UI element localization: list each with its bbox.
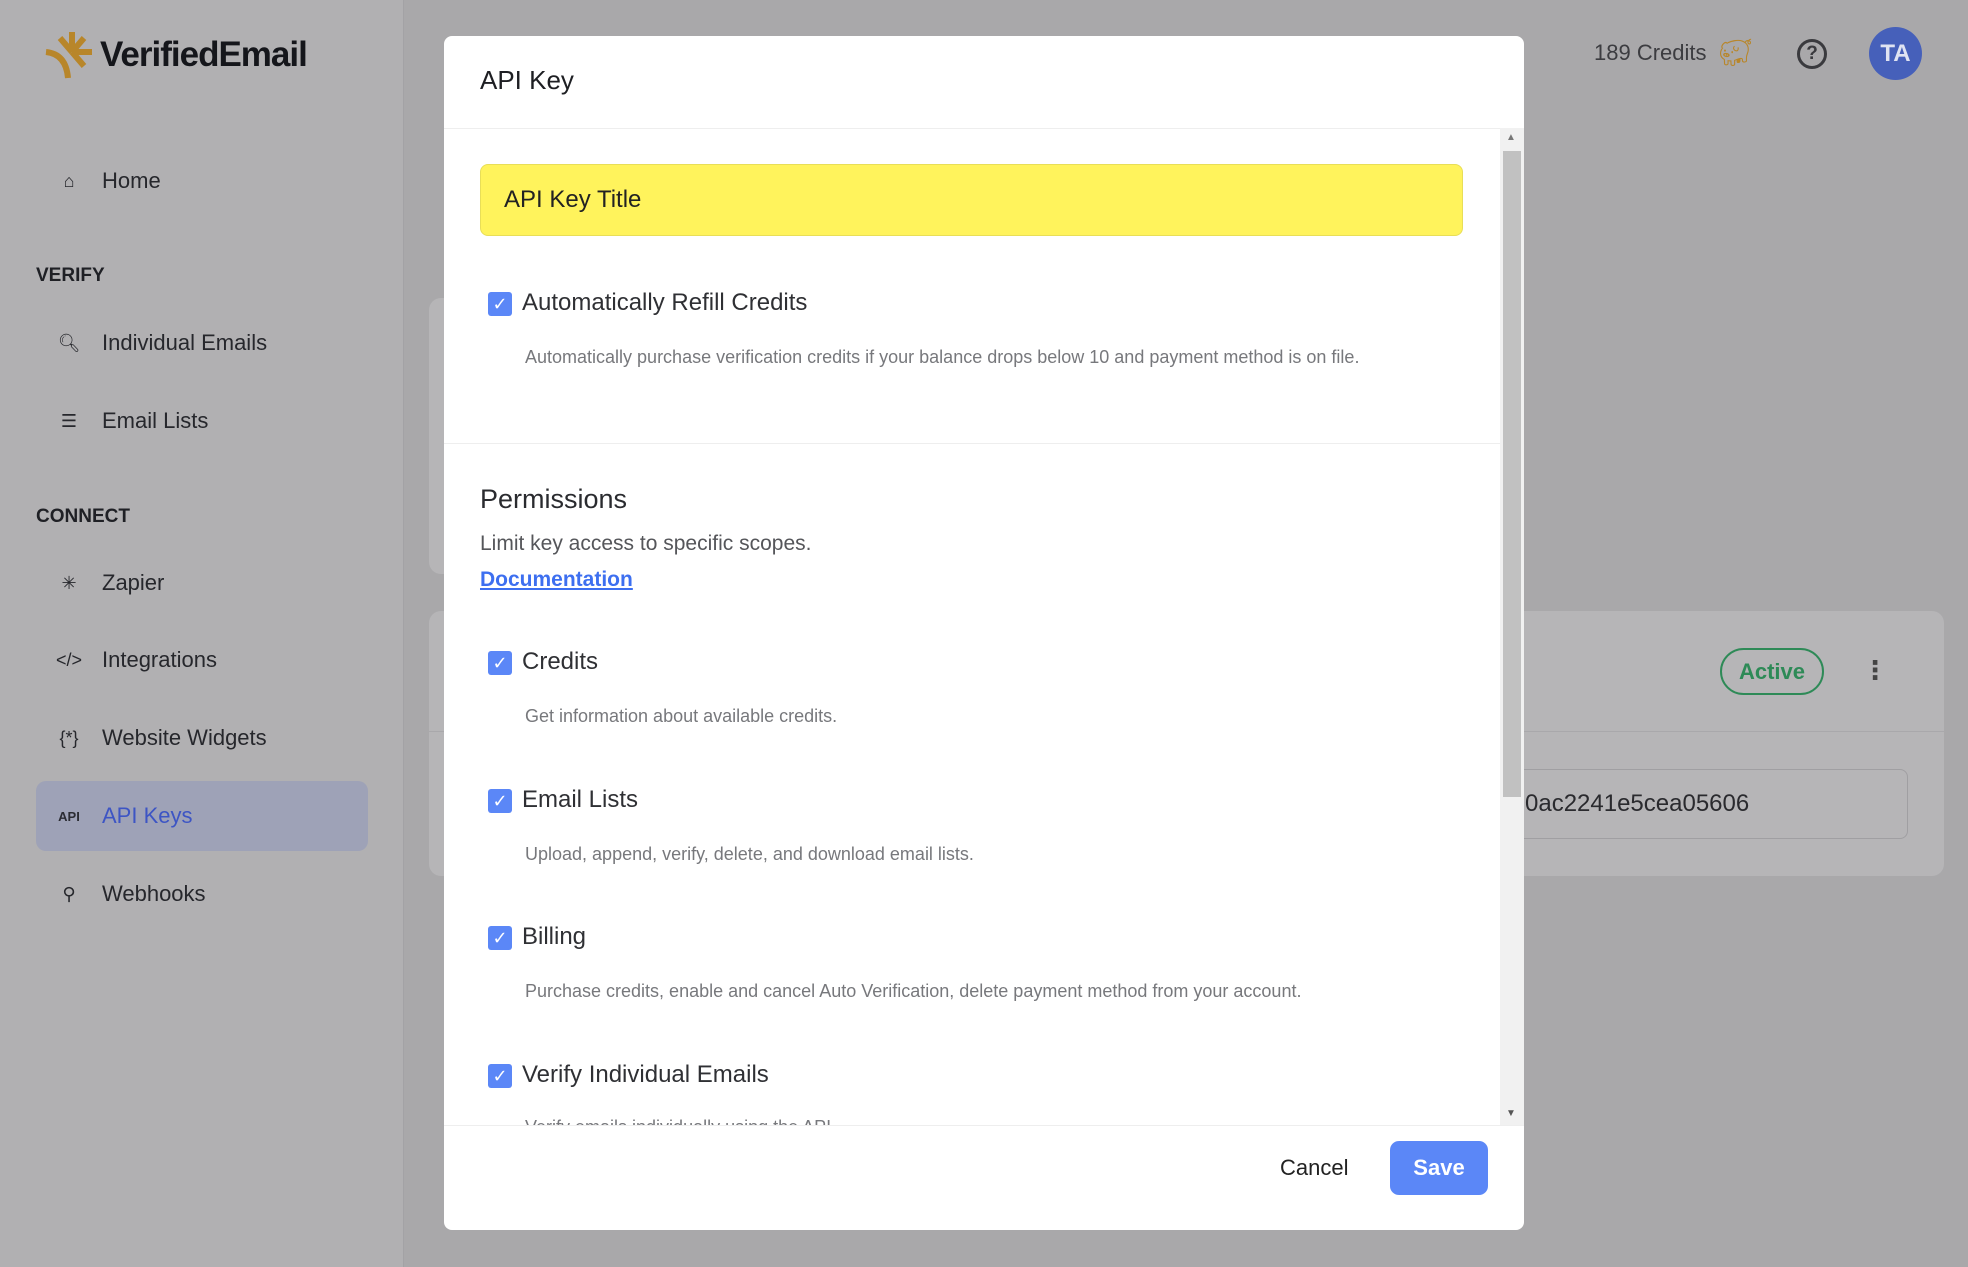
divider (444, 1125, 1524, 1126)
braces-icon: {*} (59, 727, 79, 748)
status-badge: Active (1720, 648, 1824, 695)
divider (444, 443, 1500, 444)
api-key-title-input[interactable]: API Key Title (480, 164, 1463, 236)
sidebar-item-website-widgets[interactable]: {*} Website Widgets (36, 703, 368, 773)
code-icon: </> (55, 649, 83, 670)
credits-checkbox[interactable]: ✓ (488, 651, 512, 675)
auto-refill-label: Automatically Refill Credits (522, 289, 808, 316)
credits-description: Get information about available credits. (525, 706, 838, 726)
credits-count[interactable]: 189 Credits (1594, 40, 1707, 66)
help-icon[interactable]: ? (1797, 39, 1827, 69)
cancel-button[interactable]: Cancel (1280, 1155, 1348, 1181)
asterisk-icon: ✳︎ (61, 572, 77, 593)
verify-individual-checkbox[interactable]: ✓ (488, 1064, 512, 1088)
webhook-icon: ⚲ (62, 883, 76, 904)
kebab-menu-icon[interactable]: ⋮ (1862, 655, 1888, 686)
auto-refill-checkbox[interactable]: ✓ (488, 292, 512, 316)
billing-description: Purchase credits, enable and cancel Auto… (525, 981, 1302, 1001)
email-lists-checkbox[interactable]: ✓ (488, 789, 512, 813)
email-lists-label: Email Lists (522, 786, 639, 813)
search-icon: 🔍︎ (57, 332, 81, 353)
sidebar-item-api-keys[interactable]: API API Keys (36, 781, 368, 851)
home-icon: ⌂ (63, 170, 75, 191)
scrollbar-thumb[interactable] (1503, 151, 1521, 797)
avatar[interactable]: TA (1869, 27, 1922, 80)
section-verify: VERIFY (36, 265, 105, 286)
auto-refill-description: Automatically purchase verification cred… (525, 347, 1360, 367)
scroll-up-icon[interactable]: ▲ (1506, 132, 1516, 143)
api-key-modal: API Key API Key Title ✓ Automatically Re… (444, 36, 1524, 1230)
verify-individual-label: Verify Individual Emails (522, 1061, 769, 1088)
logo[interactable]: VerifiedEmail (44, 30, 308, 80)
scrollbar[interactable]: ▲ ▼ (1500, 128, 1524, 1125)
billing-checkbox[interactable]: ✓ (488, 926, 512, 950)
api-icon: API (58, 808, 80, 824)
piggy-bank-icon: 🐖︎ (1718, 37, 1754, 68)
verify-individual-description: Verify emails individually using the API (525, 1112, 1500, 1125)
credits-label: Credits (522, 648, 599, 675)
save-button[interactable]: Save (1390, 1141, 1488, 1195)
list-icon: ☰ (60, 410, 78, 431)
modal-title: API Key (480, 65, 574, 95)
sidebar-item-individual-emails[interactable]: 🔍︎ Individual Emails (36, 308, 368, 378)
divider (444, 128, 1524, 129)
billing-label: Billing (522, 923, 587, 950)
sidebar-item-email-lists[interactable]: ☰ Email Lists (36, 386, 368, 456)
permissions-subtitle: Limit key access to specific scopes. (480, 532, 812, 555)
sidebar-item-home[interactable]: ⌂ Home (36, 146, 368, 216)
sidebar-item-integrations[interactable]: </> Integrations (36, 625, 368, 695)
logo-icon (45, 32, 92, 79)
scroll-down-icon[interactable]: ▼ (1506, 1108, 1516, 1119)
sidebar-item-zapier[interactable]: ✳︎ Zapier (36, 548, 368, 618)
sidebar-item-webhooks[interactable]: ⚲ Webhooks (36, 859, 368, 929)
section-connect: CONNECT (36, 506, 130, 527)
permissions-heading: Permissions (480, 484, 628, 514)
sidebar: VerifiedEmail ⌂ Home VERIFY 🔍︎ Individual … (0, 0, 404, 1267)
documentation-link[interactable]: Documentation (480, 568, 633, 592)
email-lists-description: Upload, append, verify, delete, and down… (525, 844, 974, 864)
